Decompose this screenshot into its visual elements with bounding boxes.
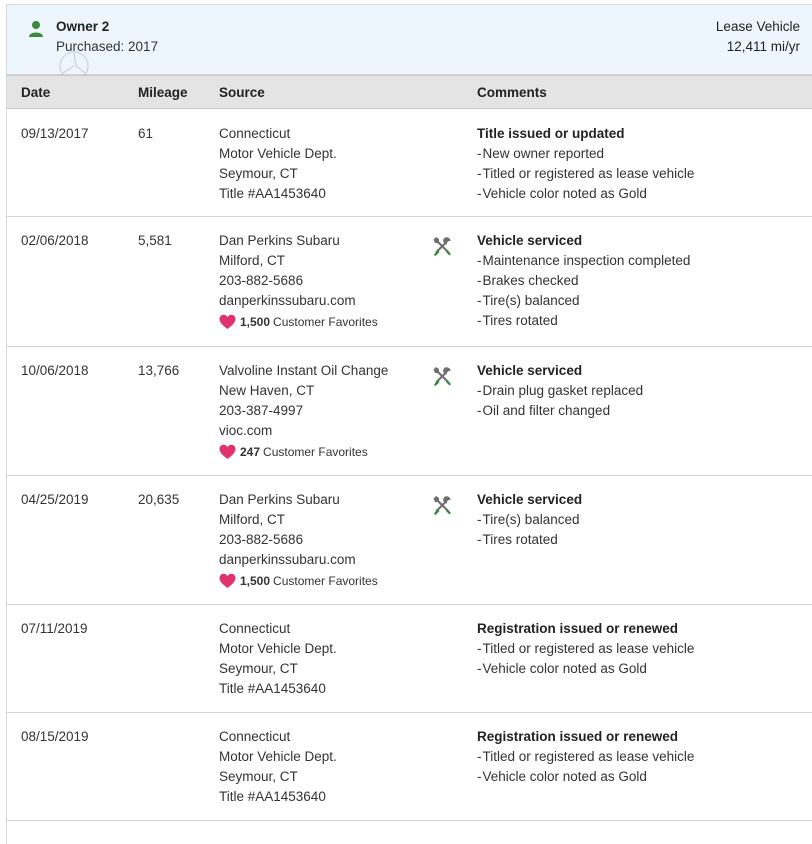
- source-website-link[interactable]: danperkinssubaru.com: [219, 550, 378, 570]
- source-line: Connecticut: [219, 126, 291, 141]
- owner-header: Owner 2 Purchased: 2017 Lease Vehicle 12…: [7, 5, 812, 81]
- source-line: Dan Perkins Subaru: [219, 492, 340, 507]
- comment-title: Vehicle serviced: [477, 233, 583, 248]
- row-date: 10/06/2018: [21, 363, 89, 378]
- comment-item: New owner reported: [477, 144, 694, 164]
- source-line: Motor Vehicle Dept.: [219, 749, 337, 764]
- comment-item: Tires rotated: [477, 530, 582, 550]
- source-line: Dan Perkins Subaru: [219, 233, 340, 248]
- source-line: 203-882-5686: [219, 532, 304, 547]
- comment-item: Titled or registered as lease vehicle: [477, 747, 695, 767]
- source-line: Seymour, CT: [219, 166, 298, 181]
- comment-item: Maintenance inspection completed: [477, 251, 691, 271]
- comment-item: Vehicle color noted as Gold: [477, 767, 694, 787]
- row-mileage: 20,635: [138, 492, 180, 507]
- header-source: Source: [219, 85, 265, 100]
- source-website-link[interactable]: danperkinssubaru.com: [219, 291, 378, 311]
- comment-title: Vehicle serviced: [477, 492, 583, 507]
- wrench-screwdriver-icon: [433, 367, 451, 386]
- table-row: 09/13/2017 61 Connecticut Motor Vehicle Dep…: [7, 110, 812, 217]
- header-mileage: Mileage: [138, 85, 188, 100]
- source-line: Seymour, CT: [219, 769, 298, 784]
- customer-favorites-badge: 247 Customer Favorites: [219, 441, 388, 462]
- row-source: Connecticut Motor Vehicle Dept. Seymour, C…: [219, 619, 337, 699]
- comment-item: Vehicle color noted as Gold: [477, 659, 694, 679]
- row-source: Valvoline Instant Oil Change New Haven, C…: [219, 361, 388, 462]
- comment-item: Tire(s) balanced: [477, 510, 582, 530]
- source-line: 203-387-4997: [219, 403, 304, 418]
- row-source: Connecticut Motor Vehicle Dept. Seymour, C…: [219, 124, 337, 204]
- source-line: 203-882-5686: [219, 273, 304, 288]
- row-comments: Registration issued or renewed Titled or …: [477, 619, 694, 679]
- header-comments: Comments: [477, 85, 547, 100]
- owner-name: Owner 2: [56, 19, 110, 34]
- table-row: 04/25/2019 20,635 Dan Perkins Subaru Milfor…: [7, 476, 812, 605]
- comment-item: Vehicle color noted as Gold: [477, 184, 694, 204]
- table-row: 10/06/2018 13,766 Valvoline Instant Oil Ch…: [7, 347, 812, 476]
- comment-item: Brakes checked: [477, 271, 690, 291]
- row-mileage: 13,766: [138, 363, 180, 378]
- favorites-count: 1,500: [240, 573, 271, 588]
- customer-favorites-badge: 1,500 Customer Favorites: [219, 570, 378, 591]
- favorites-label: Customer Favorites: [273, 314, 378, 329]
- row-date: 08/15/2019: [21, 729, 89, 744]
- source-line: Connecticut: [219, 729, 291, 744]
- table-row: 07/11/2019 Connecticut Motor Vehicle Dept.…: [7, 605, 812, 713]
- source-line: Title #AA1453640: [219, 789, 326, 804]
- source-website-link[interactable]: vioc.com: [219, 421, 388, 441]
- heart-icon: [219, 444, 236, 459]
- row-source: Connecticut Motor Vehicle Dept. Seymour, C…: [219, 727, 337, 807]
- comment-item: Titled or registered as lease vehicle: [477, 164, 695, 184]
- comment-title: Vehicle serviced: [477, 363, 583, 378]
- table-row: 02/06/2018 5,581 Dan Perkins Subaru Milford…: [7, 217, 812, 347]
- source-line: Title #AA1453640: [219, 681, 326, 696]
- source-line: Milford, CT: [219, 512, 286, 527]
- source-line: Connecticut: [219, 621, 291, 636]
- row-comments: Title issued or updated New owner reporte…: [477, 124, 694, 204]
- row-date: 04/25/2019: [21, 492, 89, 507]
- wrench-screwdriver-icon: [433, 496, 451, 515]
- source-line: Motor Vehicle Dept.: [219, 641, 337, 656]
- row-comments: Registration issued or renewed Titled or …: [477, 727, 694, 787]
- source-line: Milford, CT: [219, 253, 286, 268]
- customer-favorites-badge: 1,500 Customer Favorites: [219, 311, 378, 332]
- source-line: Motor Vehicle Dept.: [219, 146, 337, 161]
- row-date: 09/13/2017: [21, 126, 89, 141]
- table-header: Date Mileage Source Comments: [7, 75, 812, 109]
- heart-icon: [219, 573, 236, 588]
- row-date: 02/06/2018: [21, 233, 89, 248]
- header-date: Date: [21, 85, 51, 100]
- table-row: 08/15/2019 Connecticut Motor Vehicle Dept.…: [7, 713, 812, 821]
- source-line: New Haven, CT: [219, 383, 315, 398]
- row-date: 07/11/2019: [21, 621, 88, 636]
- comment-title: Title issued or updated: [477, 126, 625, 141]
- favorites-label: Customer Favorites: [273, 573, 378, 588]
- source-line: Title #AA1453640: [219, 186, 326, 201]
- favorites-count: 247: [240, 444, 261, 459]
- wrench-screwdriver-icon: [433, 237, 451, 256]
- row-comments: Vehicle serviced Tire(s) balancedTires ro…: [477, 490, 582, 550]
- row-comments: Vehicle serviced Drain plug gasket replac…: [477, 361, 643, 421]
- comment-item: Tire(s) balanced: [477, 291, 690, 311]
- owner-mileage-rate: 12,411 mi/yr: [726, 39, 800, 54]
- heart-icon: [219, 314, 236, 329]
- comment-title: Registration issued or renewed: [477, 621, 679, 636]
- person-icon: [29, 21, 43, 37]
- source-line: Valvoline Instant Oil Change: [219, 363, 389, 378]
- favorites-count: 1,500: [240, 314, 271, 329]
- comment-item: Titled or registered as lease vehicle: [477, 639, 695, 659]
- comment-item: Tires rotated: [477, 311, 690, 331]
- row-source: Dan Perkins Subaru Milford, CT 203-882-568…: [219, 231, 378, 332]
- row-source: Dan Perkins Subaru Milford, CT 203-882-568…: [219, 490, 378, 591]
- favorites-label: Customer Favorites: [263, 444, 368, 459]
- comment-title: Registration issued or renewed: [477, 729, 679, 744]
- row-mileage: 5,581: [138, 233, 172, 248]
- comment-item: Drain plug gasket replaced: [477, 381, 644, 401]
- comment-item: Oil and filter changed: [477, 401, 643, 421]
- row-mileage: 61: [138, 126, 154, 141]
- owner-vehicle-type: Lease Vehicle: [715, 19, 800, 34]
- source-line: Seymour, CT: [219, 661, 298, 676]
- row-comments: Vehicle serviced Maintenance inspection c…: [477, 231, 690, 331]
